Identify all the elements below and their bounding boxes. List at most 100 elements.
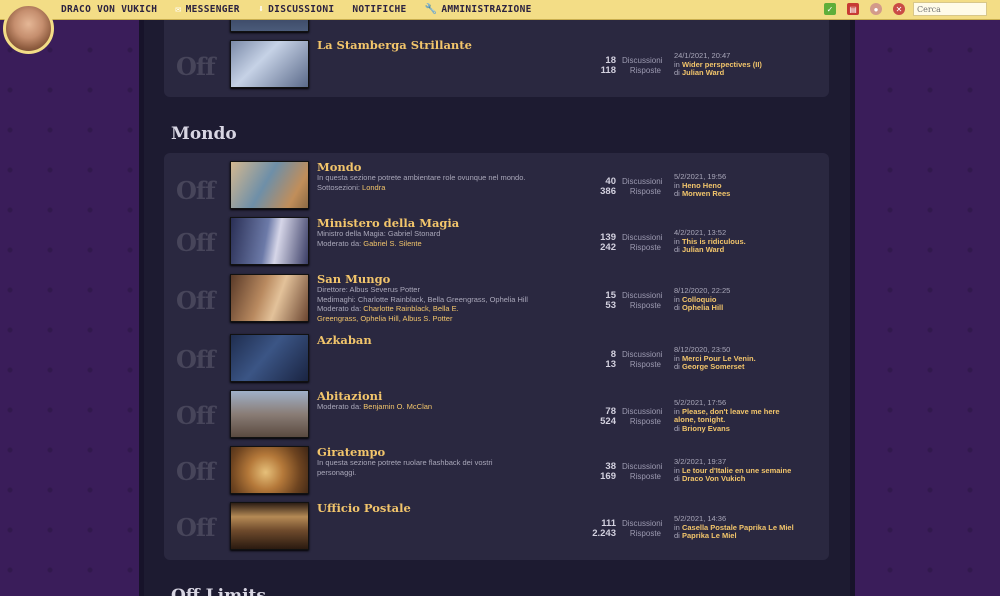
discussioni-label: Discussioni xyxy=(622,56,663,65)
forum-title[interactable]: Mondo xyxy=(317,160,361,174)
nav-discussioni-label: DISCUSSIONI xyxy=(268,4,335,15)
forum-title[interactable]: San Mungo xyxy=(317,272,390,286)
forum-stats: 78 Discussioni 524 Risposte xyxy=(554,406,663,427)
moderator-link[interactable]: Charlotte Rainblack, Bella E. xyxy=(363,304,458,313)
risposte-label: Risposte xyxy=(629,66,661,75)
last-post-user[interactable]: George Somerset xyxy=(682,362,745,371)
forum-desc-text: Direttore: Albus Severus Potter xyxy=(317,285,420,294)
left-border xyxy=(139,0,144,596)
forum-thumbnail[interactable] xyxy=(230,390,309,438)
forum-title[interactable]: Ministero della Magia xyxy=(317,216,459,230)
forum-description: Moderato da: Benjamin O. McClan xyxy=(317,402,532,412)
discussioni-label: Discussioni xyxy=(622,350,663,359)
di-label: di xyxy=(674,531,680,540)
forum-row: Off San Mungo Direttore: Albus Severus P… xyxy=(164,272,829,328)
last-post-user[interactable]: Ophelia Hill xyxy=(682,303,723,312)
forum-row: Off Azkaban 8 Discussioni 13 Risposte 8/12… xyxy=(164,333,829,389)
risposte-label: Risposte xyxy=(629,243,661,252)
forum-thumbnail[interactable] xyxy=(230,161,309,209)
online-status-icon[interactable]: ✓ xyxy=(824,3,836,15)
forum-thumbnail[interactable] xyxy=(230,217,309,265)
discussioni-label: Discussioni xyxy=(622,407,663,416)
right-border xyxy=(850,0,855,596)
discussioni-label: Discussioni xyxy=(622,519,663,528)
nav-menu: DRACO VON VUKICH ✉ MESSENGER ⬇ DISCUSSIONI… xyxy=(61,4,550,15)
forum-title[interactable]: Ufficio Postale xyxy=(317,501,411,515)
forum-thumbnail[interactable] xyxy=(230,274,309,322)
di-label: di xyxy=(674,423,680,433)
forum-thumbnail[interactable] xyxy=(230,502,309,550)
last-post-user[interactable]: Julian Ward xyxy=(682,245,724,254)
off-status-label: Off xyxy=(176,52,216,81)
forum-description: In questa sezione potrete ruolare flashb… xyxy=(317,458,532,477)
forum-row: Off Ufficio Postale 111 Discussioni 2.243… xyxy=(164,501,829,557)
forum-stats: 8 Discussioni 13 Risposte xyxy=(554,349,663,370)
top-navigation-bar: DRACO VON VUKICH ✉ MESSENGER ⬇ DISCUSSIONI… xyxy=(0,0,1000,20)
risposte-count: 118 xyxy=(600,65,616,76)
off-status-label: Off xyxy=(176,286,216,315)
off-status-label: Off xyxy=(176,228,216,257)
nav-amministrazione[interactable]: 🔧 AMMINISTRAZIONE xyxy=(425,4,532,15)
forum-stats: 111 Discussioni 2.243 Risposte xyxy=(554,518,663,539)
nav-messenger-label: MESSENGER xyxy=(185,4,240,15)
off-status-label: Off xyxy=(176,176,216,205)
category-title-next[interactable]: Off Limits xyxy=(171,586,266,596)
last-post-user[interactable]: Morwen Rees xyxy=(682,189,730,198)
forum-title[interactable]: La Stamberga Strillante xyxy=(317,38,472,52)
forum-row: Off Ministero della Magia Ministro della… xyxy=(164,216,829,272)
forum-title[interactable]: Abitazioni xyxy=(317,389,382,403)
forum-thumbnail[interactable] xyxy=(230,446,309,494)
forum-desc-text: In questa sezione potrete ruolare flashb… xyxy=(317,458,493,467)
forum-desc-text: personaggi. xyxy=(317,467,357,477)
last-post: 4/2/2021, 13:52 in This is ridiculous. d… xyxy=(674,228,824,255)
last-post: 5/2/2021, 14:36 in Casella Postale Papri… xyxy=(674,514,824,541)
subsections-label: Sottosezioni: xyxy=(317,182,360,192)
risposte-count: 13 xyxy=(605,359,616,370)
forum-desc-text: In questa sezione potrete ambientare rol… xyxy=(317,173,526,182)
nav-amministrazione-label: AMMINISTRAZIONE xyxy=(441,4,532,15)
subsection-link[interactable]: Londra xyxy=(362,183,385,192)
nav-notifiche[interactable]: NOTIFICHE xyxy=(352,4,406,15)
forum-thumbnail[interactable] xyxy=(230,40,309,88)
nav-profile[interactable]: DRACO VON VUKICH xyxy=(61,4,157,15)
last-post: 8/12/2020, 23:50 in Merci Pour Le Venin.… xyxy=(674,345,824,372)
nav-messenger[interactable]: ✉ MESSENGER xyxy=(175,4,240,15)
forum-stats: 139 Discussioni 242 Risposte xyxy=(554,232,662,253)
category-title[interactable]: Mondo xyxy=(171,124,237,144)
forum-title[interactable]: Azkaban xyxy=(317,333,372,347)
last-post-user[interactable]: Draco Von Vukich xyxy=(682,474,745,483)
moderator-link[interactable]: Gabriel S. Silente xyxy=(363,239,421,248)
toolbar-icons: ✓ ▤ ● ✕ xyxy=(813,2,987,16)
risposte-label: Risposte xyxy=(629,301,661,310)
forum-thumbnail[interactable] xyxy=(230,334,309,382)
envelope-icon: ✉ xyxy=(175,4,182,15)
di-label: di xyxy=(674,189,680,198)
moderators-label: Moderato da: xyxy=(317,304,362,313)
risposte-count: 524 xyxy=(600,416,616,427)
risposte-count: 386 xyxy=(600,186,616,197)
forum-row: Off Mondo In questa sezione potrete ambi… xyxy=(164,160,829,216)
notes-icon[interactable]: ▤ xyxy=(847,3,859,15)
di-label: di xyxy=(674,68,680,77)
risposte-label: Risposte xyxy=(629,187,661,196)
off-status-label: Off xyxy=(176,345,216,374)
logout-icon[interactable]: ✕ xyxy=(893,3,905,15)
avatar[interactable] xyxy=(3,3,54,54)
forum-stats: 38 Discussioni 169 Risposte xyxy=(554,461,662,482)
moderator-link[interactable]: Greengrass, Ophelia Hill, Albus S. Potte… xyxy=(317,314,532,324)
nav-discussioni[interactable]: ⬇ DISCUSSIONI xyxy=(258,4,335,15)
di-label: di xyxy=(674,245,680,254)
off-status-label: Off xyxy=(176,457,216,486)
risposte-label: Risposte xyxy=(629,417,661,426)
moderator-link[interactable]: Benjamin O. McClan xyxy=(363,402,432,411)
user-icon[interactable]: ● xyxy=(870,3,882,15)
last-post-user[interactable]: Julian Ward xyxy=(682,68,724,77)
forum-row-stamberga: Off La Stamberga Strillante 18 Discussion… xyxy=(164,38,829,94)
last-post: 8/12/2020, 22:25 in Colloquio di Ophelia… xyxy=(674,286,824,313)
search-input[interactable] xyxy=(913,2,987,16)
last-post-user[interactable]: Paprika Le Miel xyxy=(682,531,737,540)
forum-description: Ministro della Magia: Gabriel Stonard Mo… xyxy=(317,229,532,248)
last-post-user[interactable]: Briony Evans xyxy=(682,424,730,433)
moderators-label: Moderato da: xyxy=(317,238,362,248)
forum-title[interactable]: Giratempo xyxy=(317,445,385,459)
